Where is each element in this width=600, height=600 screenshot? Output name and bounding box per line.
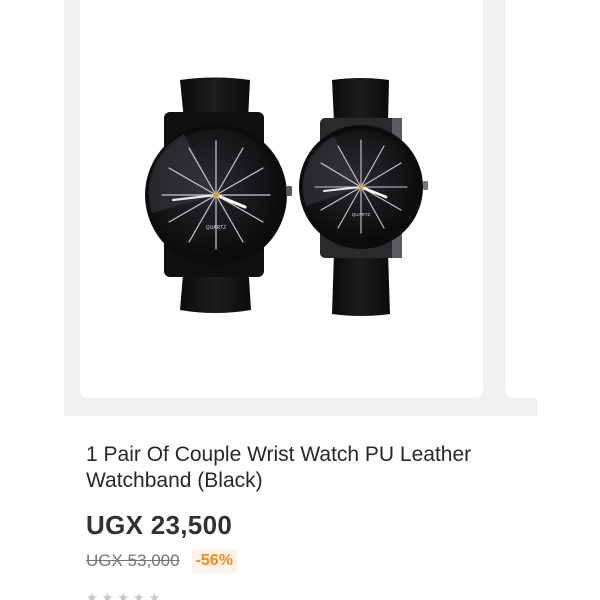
star-icon: ★ <box>86 590 98 600</box>
product-title: 1 Pair Of Couple Wrist Watch PU Leather … <box>86 443 472 492</box>
star-icon: ★ <box>132 590 145 600</box>
discount-badge: -56% <box>191 549 237 573</box>
watch-pair-image: QUARTZ QUARTZ <box>145 77 428 316</box>
star-icon: ★ <box>148 590 161 600</box>
dial-brand-text-small: QUARTZ <box>352 212 371 217</box>
old-price: UGX 53,000 <box>86 551 180 570</box>
product-page: QUARTZ QUARTZ 1 Pair Of Couple Wrist Wat… <box>0 0 600 600</box>
small-watch: QUARTZ <box>299 78 428 316</box>
next-image-card[interactable] <box>505 0 545 398</box>
dial-brand-text: QUARTZ <box>206 225 226 231</box>
large-watch: QUARTZ <box>145 77 292 313</box>
old-price-row: UGX 53,000 -56% <box>86 549 237 573</box>
star-icon: ★ <box>117 590 129 600</box>
rating-stars[interactable]: ★ ★ ★ ★ ★ <box>86 591 160 600</box>
product-price: UGX 23,500 <box>86 510 233 540</box>
product-image-card[interactable]: QUARTZ QUARTZ <box>80 0 483 398</box>
star-icon: ★ <box>101 590 114 600</box>
